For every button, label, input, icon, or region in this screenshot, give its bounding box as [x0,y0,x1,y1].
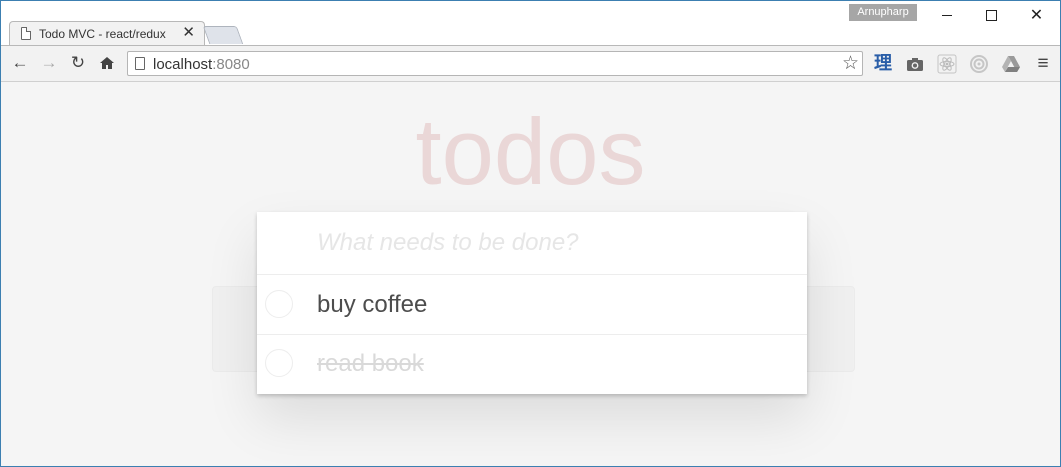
page-icon [135,57,145,70]
react-icon-svg [937,54,957,74]
todo-app: buy coffee read book [257,212,807,394]
browser-window: Todo MVC - react/redux ✕ Arnupharp ✕ ← →… [0,0,1061,467]
maximize-button[interactable] [969,1,1014,31]
home-button[interactable] [97,53,117,73]
todo-toggle-checkbox[interactable] [265,290,293,318]
back-button[interactable]: ← [10,53,30,73]
todo-item[interactable]: buy coffee [257,276,807,335]
bookmark-star-icon[interactable]: ☆ [842,52,859,75]
profile-badge[interactable]: Arnupharp [849,4,917,21]
minimize-icon [941,15,952,17]
close-window-button[interactable]: ✕ [1014,1,1059,31]
tab-close-icon[interactable]: ✕ [182,24,195,41]
url-host: localhost [153,56,213,73]
address-bar[interactable]: localhost:8080 ☆ [127,51,863,76]
target-icon-svg [970,55,988,73]
li-extension-icon[interactable]: 理 [872,53,894,75]
new-todo-input[interactable] [257,212,807,275]
tab-todo-mvc[interactable]: Todo MVC - react/redux ✕ [9,21,205,45]
tab-strip: Todo MVC - react/redux ✕ Arnupharp ✕ [1,1,1060,45]
todo-label[interactable]: read book [317,350,424,378]
url-text[interactable]: localhost:8080 [153,56,250,73]
todo-item[interactable]: read book [257,335,807,394]
page-icon [21,27,31,40]
close-icon: ✕ [1029,7,1044,24]
todo-toggle-checkbox[interactable] [265,349,293,377]
react-devtools-icon[interactable] [936,53,958,75]
reload-button[interactable]: ↻ [68,53,88,73]
menu-icon[interactable]: ≡ [1032,53,1054,75]
minimize-button[interactable] [924,1,969,31]
drive-icon-svg [1002,56,1020,72]
new-tab-button[interactable] [202,26,244,44]
forward-button[interactable]: → [39,53,59,73]
target-icon[interactable] [968,53,990,75]
maximize-icon [986,10,997,22]
camera-icon-svg [907,58,923,71]
browser-toolbar: ← → ↻ localhost:8080 ☆ 理 ≡ [1,45,1060,82]
home-icon [100,57,114,69]
page-content: todos buy coffee read book [1,82,1060,466]
url-port: :8080 [212,56,250,73]
todo-label[interactable]: buy coffee [317,291,427,319]
drive-icon[interactable] [1000,53,1022,75]
tab-title: Todo MVC - react/redux [39,27,166,41]
app-heading: todos [415,99,646,204]
camera-icon[interactable] [904,53,926,75]
tab-inner: Todo MVC - react/redux ✕ [10,22,204,45]
